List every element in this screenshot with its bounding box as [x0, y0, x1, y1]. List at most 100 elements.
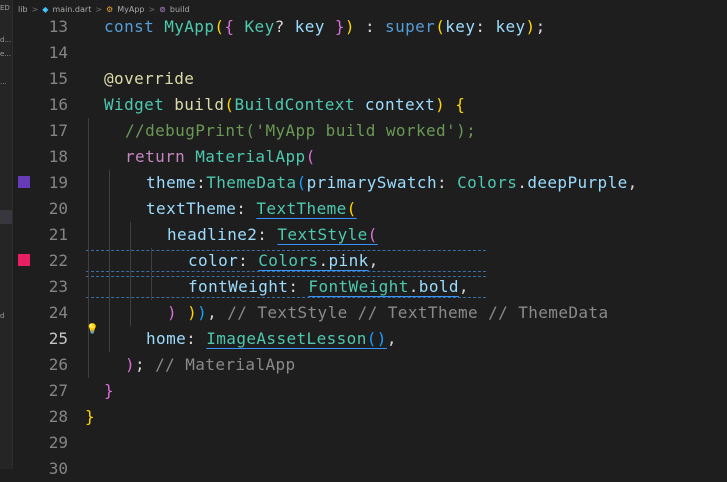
indent-guide	[109, 196, 110, 222]
code-text[interactable]: ); // MaterialApp	[125, 352, 296, 378]
code-token: (	[346, 199, 357, 218]
code-token: TextTheme	[256, 199, 347, 218]
code-token: bold	[418, 277, 459, 296]
code-token: @override	[104, 69, 195, 88]
breadcrumb-item-class[interactable]: MyApp	[117, 5, 144, 14]
indent-guide	[151, 274, 152, 300]
code-token: (	[224, 95, 235, 114]
breadcrumb-item-folder[interactable]: lib	[18, 5, 28, 14]
code-line[interactable]: 14	[0, 40, 727, 66]
lightbulb-icon[interactable]: 💡	[86, 324, 98, 335]
code-line[interactable]: 18 return MaterialApp(	[0, 144, 727, 170]
breadcrumb-separator: >	[95, 4, 103, 14]
indent-guide	[109, 170, 110, 196]
code-text[interactable]: }	[104, 378, 114, 404]
code-token: ,	[368, 251, 379, 270]
breadcrumb-separator: >	[148, 4, 156, 14]
sidebar-fragment: ED	[0, 4, 10, 12]
code-text[interactable]: textTheme: TextTheme(	[146, 196, 357, 222]
code-line[interactable]: 28}	[0, 404, 727, 430]
code-line[interactable]: 23 fontWeight: FontWeight.bold,	[0, 274, 727, 300]
code-line[interactable]: 30	[0, 456, 727, 482]
code-line[interactable]: 21 headline2: TextStyle(	[0, 222, 727, 248]
indent-guide	[109, 248, 110, 274]
line-number: 18	[48, 147, 68, 166]
code-text[interactable]: theme:ThemeData(primarySwatch: Colors.de…	[146, 170, 638, 196]
code-line[interactable]: 22 color: Colors.pink,	[0, 248, 727, 274]
code-token: ImageAssetLesson	[206, 329, 367, 348]
code-line[interactable]: 20 textTheme: TextTheme(	[0, 196, 727, 222]
code-token: Widget	[104, 95, 175, 114]
code-text[interactable]: fontWeight: FontWeight.bold,	[188, 274, 469, 300]
code-token: primarySwatch	[306, 173, 437, 192]
code-token: super	[385, 17, 436, 36]
code-token: FontWeight	[308, 277, 409, 296]
code-text[interactable]: home: ImageAssetLesson(),	[146, 326, 397, 352]
code-line[interactable]: 25 💡 home: ImageAssetLesson(),	[0, 324, 727, 352]
code-line[interactable]: 26); // MaterialApp	[0, 352, 727, 378]
code-token: Colors	[258, 251, 319, 270]
code-token: :	[238, 251, 259, 270]
line-number: 20	[48, 199, 68, 218]
indent-guide	[130, 248, 131, 274]
code-token: ,	[207, 303, 228, 322]
code-line[interactable]: 17 //debugPrint('MyApp build worked');	[0, 118, 727, 144]
code-token: key	[495, 17, 526, 36]
code-line[interactable]: 24 ) )), // TextStyle // TextTheme // The…	[0, 300, 727, 326]
code-token: (	[435, 17, 446, 36]
code-line[interactable]: 27}	[0, 378, 727, 404]
code-token: .	[408, 277, 419, 296]
indent-guide	[88, 170, 89, 196]
code-text[interactable]: @override	[104, 66, 194, 92]
code-line[interactable]: 15 @override	[0, 66, 727, 92]
color-swatch-icon[interactable]	[18, 254, 30, 266]
code-token: )	[167, 303, 188, 322]
code-token: ;	[135, 355, 156, 374]
code-token: (	[305, 147, 316, 166]
code-token: {	[445, 95, 466, 114]
indent-guide	[88, 274, 89, 300]
code-text[interactable]: color: Colors.pink,	[188, 248, 379, 274]
code-token: :	[196, 173, 207, 192]
code-token: )	[435, 95, 446, 114]
line-number: 25	[48, 329, 68, 348]
code-text[interactable]: Widget build(BuildContext context) {	[104, 92, 465, 118]
code-text[interactable]: //debugPrint('MyApp build worked');	[125, 118, 476, 144]
code-text[interactable]: headline2: TextStyle(	[167, 222, 378, 248]
line-number: 24	[48, 303, 68, 322]
code-text[interactable]: ) )), // TextStyle // TextTheme // Theme…	[167, 300, 609, 326]
code-token: .	[517, 173, 528, 192]
code-token: ,	[627, 173, 638, 192]
line-number: 19	[48, 173, 68, 192]
indent-guide	[151, 248, 152, 274]
code-text[interactable]: const MyApp({ Key? key }) : super(key: k…	[104, 14, 546, 40]
code-token: home	[146, 329, 187, 348]
code-token: color	[188, 251, 239, 270]
code-token: deepPurple	[527, 173, 628, 192]
code-text[interactable]: }	[85, 404, 95, 430]
code-token: Key	[244, 17, 275, 36]
line-number: 16	[48, 95, 68, 114]
breadcrumb-item-method[interactable]: build	[170, 5, 190, 14]
color-swatch-icon[interactable]	[18, 176, 30, 188]
code-text[interactable]: return MaterialApp(	[125, 144, 316, 170]
indent-guide	[130, 222, 131, 248]
code-line[interactable]: 16 Widget build(BuildContext context) {	[0, 92, 727, 118]
breadcrumb-item-file[interactable]: main.dart	[52, 5, 91, 14]
indent-guide	[109, 300, 110, 326]
line-number: 17	[48, 121, 68, 140]
code-token: ;	[535, 17, 546, 36]
code-token: )	[525, 17, 536, 36]
indent-guide	[109, 274, 110, 300]
code-line[interactable]: 19 theme:ThemeData(primarySwatch: Colors.…	[0, 170, 727, 196]
code-token: :	[257, 225, 278, 244]
line-number: 30	[48, 459, 68, 478]
indent-guide	[88, 196, 89, 222]
code-token: :	[186, 329, 207, 348]
code-editor[interactable]: 13 const MyApp({ Key? key }) : super(key:…	[0, 14, 727, 478]
code-token: headline2	[167, 225, 258, 244]
code-line[interactable]: 29	[0, 430, 727, 456]
code-token: Colors	[457, 173, 518, 192]
code-line[interactable]: 13 const MyApp({ Key? key }) : super(key:…	[0, 14, 727, 40]
code-token: key	[445, 17, 476, 36]
